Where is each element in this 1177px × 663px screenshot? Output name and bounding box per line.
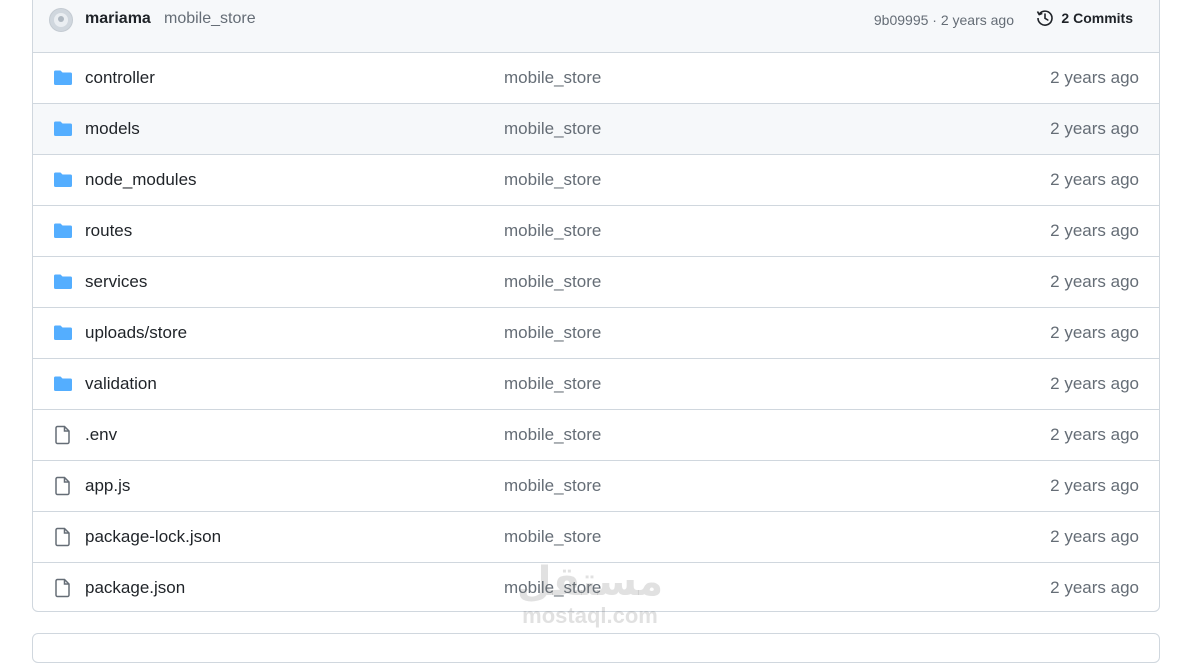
file-row[interactable]: controller mobile_store 2 years ago (33, 53, 1159, 104)
file-row[interactable]: models mobile_store 2 years ago (33, 104, 1159, 155)
folder-icon (53, 221, 73, 241)
file-commit-age: 2 years ago (1050, 476, 1139, 495)
file-name-link[interactable]: services (85, 272, 147, 292)
file-commit-age: 2 years ago (1050, 119, 1139, 138)
file-commit-message-link[interactable]: mobile_store (504, 221, 601, 241)
folder-icon (53, 68, 73, 88)
file-name-link[interactable]: package-lock.json (85, 527, 221, 547)
file-row[interactable]: node_modules mobile_store 2 years ago (33, 155, 1159, 206)
file-icon (53, 578, 73, 598)
file-name-link[interactable]: uploads/store (85, 323, 187, 343)
file-commit-age: 2 years ago (1050, 221, 1139, 240)
file-row[interactable]: services mobile_store 2 years ago (33, 257, 1159, 308)
file-icon (53, 476, 73, 496)
file-commit-message-link[interactable]: mobile_store (504, 272, 601, 292)
file-commit-age: 2 years ago (1050, 272, 1139, 291)
github-avatar-icon (54, 13, 68, 27)
file-row[interactable]: uploads/store mobile_store 2 years ago (33, 308, 1159, 359)
folder-icon (53, 374, 73, 394)
file-row[interactable]: routes mobile_store 2 years ago (33, 206, 1159, 257)
file-commit-message-link[interactable]: mobile_store (504, 119, 601, 139)
file-commit-age: 2 years ago (1050, 170, 1139, 189)
file-commit-message-link[interactable]: mobile_store (504, 68, 601, 88)
file-row[interactable]: app.js mobile_store 2 years ago (33, 461, 1159, 512)
file-name-link[interactable]: node_modules (85, 170, 197, 190)
file-commit-message-link[interactable]: mobile_store (504, 578, 601, 598)
file-commit-message-link[interactable]: mobile_store (504, 425, 601, 445)
file-row[interactable]: package-lock.json mobile_store 2 years ago (33, 512, 1159, 563)
readme-box (32, 633, 1160, 663)
commit-hash-age[interactable]: 9b09995 · 2 years ago (874, 12, 1014, 28)
file-commit-message-link[interactable]: mobile_store (504, 476, 601, 496)
file-commit-message-link[interactable]: mobile_store (504, 323, 601, 343)
avatar[interactable] (49, 8, 73, 32)
file-name-link[interactable]: routes (85, 221, 132, 241)
file-commit-age: 2 years ago (1050, 425, 1139, 444)
file-commit-age: 2 years ago (1050, 374, 1139, 393)
file-name-link[interactable]: models (85, 119, 140, 139)
file-row[interactable]: package.json mobile_store 2 years ago (33, 563, 1159, 611)
folder-icon (53, 170, 73, 190)
file-commit-age: 2 years ago (1050, 527, 1139, 546)
file-browser: mariama mobile_store 9b09995 · 2 years a… (32, 0, 1160, 612)
file-name-link[interactable]: app.js (85, 476, 130, 496)
commit-message-link[interactable]: mobile_store (164, 10, 256, 28)
latest-commit-bar: mariama mobile_store 9b09995 · 2 years a… (33, 0, 1159, 53)
file-name-link[interactable]: package.json (85, 578, 185, 598)
file-commit-age: 2 years ago (1050, 578, 1139, 597)
file-row[interactable]: .env mobile_store 2 years ago (33, 410, 1159, 461)
file-list: controller mobile_store 2 years ago models m… (33, 53, 1159, 611)
file-commit-message-link[interactable]: mobile_store (504, 374, 601, 394)
file-commit-message-link[interactable]: mobile_store (504, 527, 601, 547)
commits-count-label: 2 Commits (1061, 10, 1133, 26)
file-name-link[interactable]: validation (85, 374, 157, 394)
file-icon (53, 527, 73, 547)
file-name-link[interactable]: .env (85, 425, 117, 445)
folder-icon (53, 272, 73, 292)
folder-icon (53, 323, 73, 343)
file-commit-age: 2 years ago (1050, 323, 1139, 342)
file-commit-message-link[interactable]: mobile_store (504, 170, 601, 190)
file-icon (53, 425, 73, 445)
history-icon (1037, 10, 1054, 26)
commit-author-link[interactable]: mariama (85, 10, 151, 28)
folder-icon (53, 119, 73, 139)
file-commit-age: 2 years ago (1050, 68, 1139, 87)
file-row[interactable]: validation mobile_store 2 years ago (33, 359, 1159, 410)
commits-history-link[interactable]: 2 Commits (1035, 8, 1133, 28)
file-name-link[interactable]: controller (85, 68, 155, 88)
